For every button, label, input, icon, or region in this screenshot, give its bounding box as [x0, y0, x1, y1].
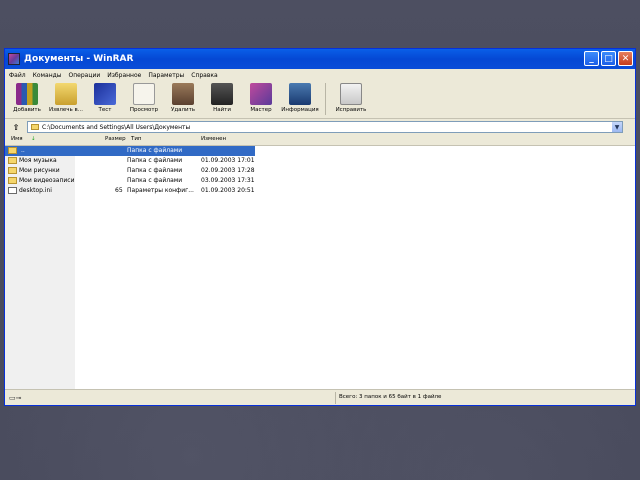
- winrar-window: Документы - WinRAR _ □ ✕ Файл Команды Оп…: [4, 48, 636, 406]
- folder-up-icon: [8, 147, 17, 154]
- menu-help[interactable]: Справка: [191, 72, 217, 79]
- add-button[interactable]: Добавить: [9, 81, 45, 113]
- delete-icon: [172, 83, 194, 105]
- menu-bar: Файл Команды Операции Избранное Параметр…: [5, 69, 635, 81]
- delete-button[interactable]: Удалить: [165, 81, 201, 113]
- info-button[interactable]: Информация: [281, 81, 319, 113]
- path-text: C:\Documents and Settings\All Users\Доку…: [42, 123, 191, 131]
- wizard-icon: [250, 83, 272, 105]
- status-text: Всего: 3 папок и 65 байт в 1 файле: [339, 394, 442, 400]
- menu-file[interactable]: Файл: [9, 72, 26, 79]
- view-button[interactable]: Просмотр: [126, 81, 162, 113]
- find-binoculars-icon: [211, 83, 233, 105]
- test-book-icon: [94, 83, 116, 105]
- menu-commands[interactable]: Команды: [33, 72, 62, 79]
- column-modified[interactable]: Изменен: [201, 136, 226, 142]
- path-field[interactable]: C:\Documents and Settings\All Users\Доку…: [27, 121, 623, 133]
- winrar-app-icon: [8, 53, 20, 65]
- file-list: Имя ⇣ Размер Тип Изменен .. Папка с файл…: [5, 135, 635, 389]
- file-icon: [8, 187, 17, 194]
- status-bar: ▭⊸ Всего: 3 папок и 65 байт в 1 файле: [5, 389, 635, 405]
- drive-key-icon: ▭⊸: [9, 394, 22, 402]
- close-button[interactable]: ✕: [618, 51, 633, 66]
- status-divider: [335, 392, 336, 404]
- menu-options[interactable]: Параметры: [148, 72, 184, 79]
- window-title: Документы - WinRAR: [24, 54, 134, 64]
- minimize-button[interactable]: _: [584, 51, 599, 66]
- info-icon: [289, 83, 311, 105]
- list-item[interactable]: desktop.ini 65 Параметры конфиг... 01.09…: [5, 186, 635, 196]
- column-type[interactable]: Тип: [131, 136, 142, 142]
- maximize-button[interactable]: □: [601, 51, 616, 66]
- folder-icon: [8, 177, 17, 184]
- wizard-button[interactable]: Мастер: [243, 81, 279, 113]
- column-size[interactable]: Размер: [105, 136, 126, 142]
- toolbar-divider: [325, 83, 326, 115]
- repair-button[interactable]: Исправить: [333, 81, 369, 113]
- menu-operations[interactable]: Операции: [69, 72, 101, 79]
- view-glasses-icon: [133, 83, 155, 105]
- list-item[interactable]: Моя музыка Папка с файлами 01.09.2003 17…: [5, 156, 635, 166]
- list-item[interactable]: Мои рисунки Папка с файлами 02.09.2003 1…: [5, 166, 635, 176]
- address-bar: ⇧ C:\Documents and Settings\All Users\До…: [5, 119, 635, 136]
- test-button[interactable]: Тест: [87, 81, 123, 113]
- column-header: Имя ⇣ Размер Тип Изменен: [5, 135, 635, 146]
- folder-icon: [8, 167, 17, 174]
- books-add-icon: [16, 83, 38, 105]
- folder-icon: [31, 124, 39, 130]
- extract-folder-icon: [55, 83, 77, 105]
- toolbar: Добавить Извлечь в... Тест Просмотр Удал…: [5, 81, 635, 119]
- extract-button[interactable]: Извлечь в...: [48, 81, 84, 113]
- find-button[interactable]: Найти: [204, 81, 240, 113]
- folder-icon: [8, 157, 17, 164]
- up-folder-button[interactable]: ⇧: [9, 121, 23, 133]
- list-item[interactable]: Мои видеозаписи Папка с файлами 03.09.20…: [5, 176, 635, 186]
- column-name[interactable]: Имя: [11, 136, 23, 142]
- title-bar[interactable]: Документы - WinRAR _ □ ✕: [5, 49, 635, 69]
- menu-favorites[interactable]: Избранное: [107, 72, 141, 79]
- sort-arrow-icon: ⇣: [31, 136, 36, 142]
- repair-kit-icon: [340, 83, 362, 105]
- chevron-down-icon[interactable]: ▼: [612, 122, 622, 132]
- list-item[interactable]: .. Папка с файлами: [5, 146, 635, 156]
